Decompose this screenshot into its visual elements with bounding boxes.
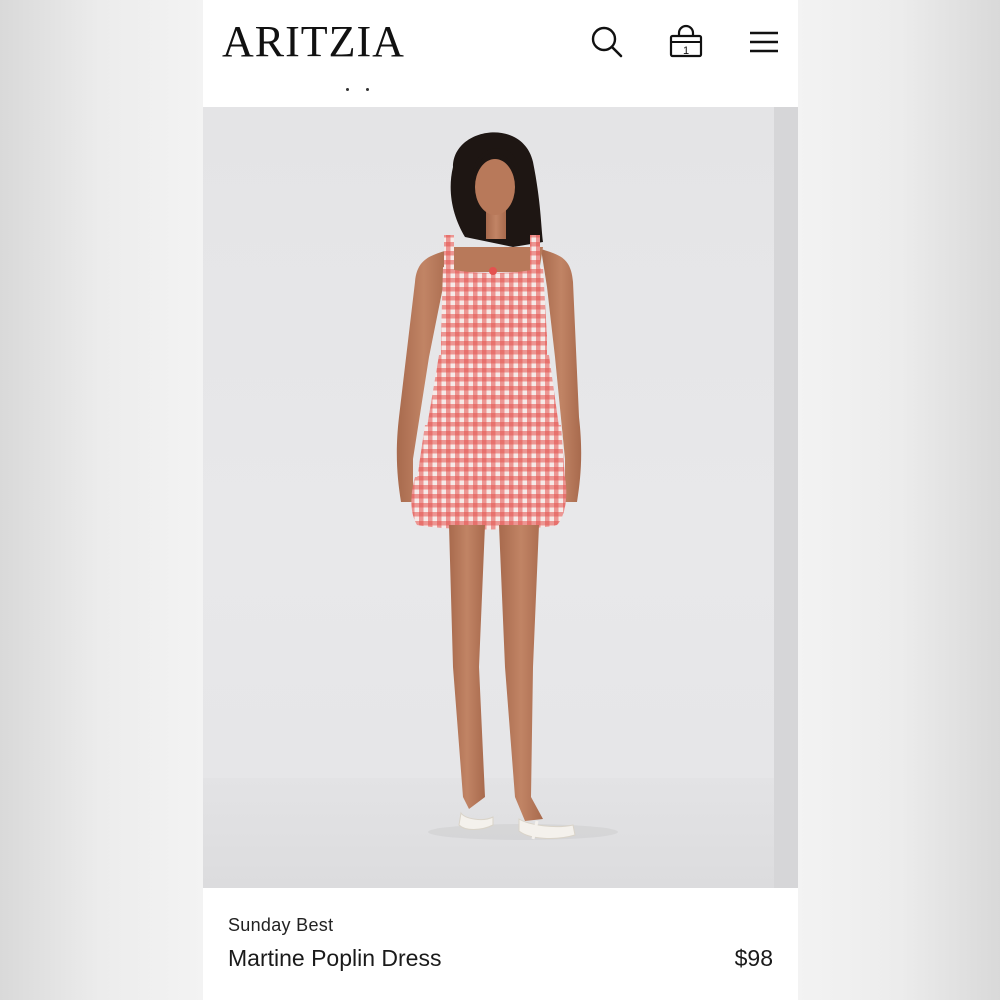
menu-button[interactable]: [744, 22, 784, 62]
app-screen: ARITZIA 1 Sunday Best Martine Poplin Dre…: [203, 0, 798, 1000]
brand-logo[interactable]: ARITZIA: [222, 16, 405, 68]
bag-count: 1: [683, 45, 689, 57]
carousel-dot[interactable]: [346, 88, 349, 91]
carousel-dots: [346, 78, 386, 96]
carousel-dot[interactable]: [366, 88, 369, 91]
menu-icon: [750, 31, 778, 53]
model-figure: [396, 132, 618, 840]
header: ARITZIA 1: [203, 0, 798, 107]
search-icon: [591, 26, 623, 58]
collection-label[interactable]: Sunday Best: [228, 915, 333, 936]
search-button[interactable]: [587, 22, 627, 62]
product-image[interactable]: [203, 107, 798, 888]
bag-button[interactable]: 1: [666, 22, 706, 62]
product-price: $98: [734, 945, 773, 971]
shopping-bag-icon: 1: [669, 24, 703, 58]
product-name[interactable]: Martine Poplin Dress: [228, 945, 441, 972]
product-info: Sunday Best Martine Poplin Dress $98: [203, 888, 798, 1000]
